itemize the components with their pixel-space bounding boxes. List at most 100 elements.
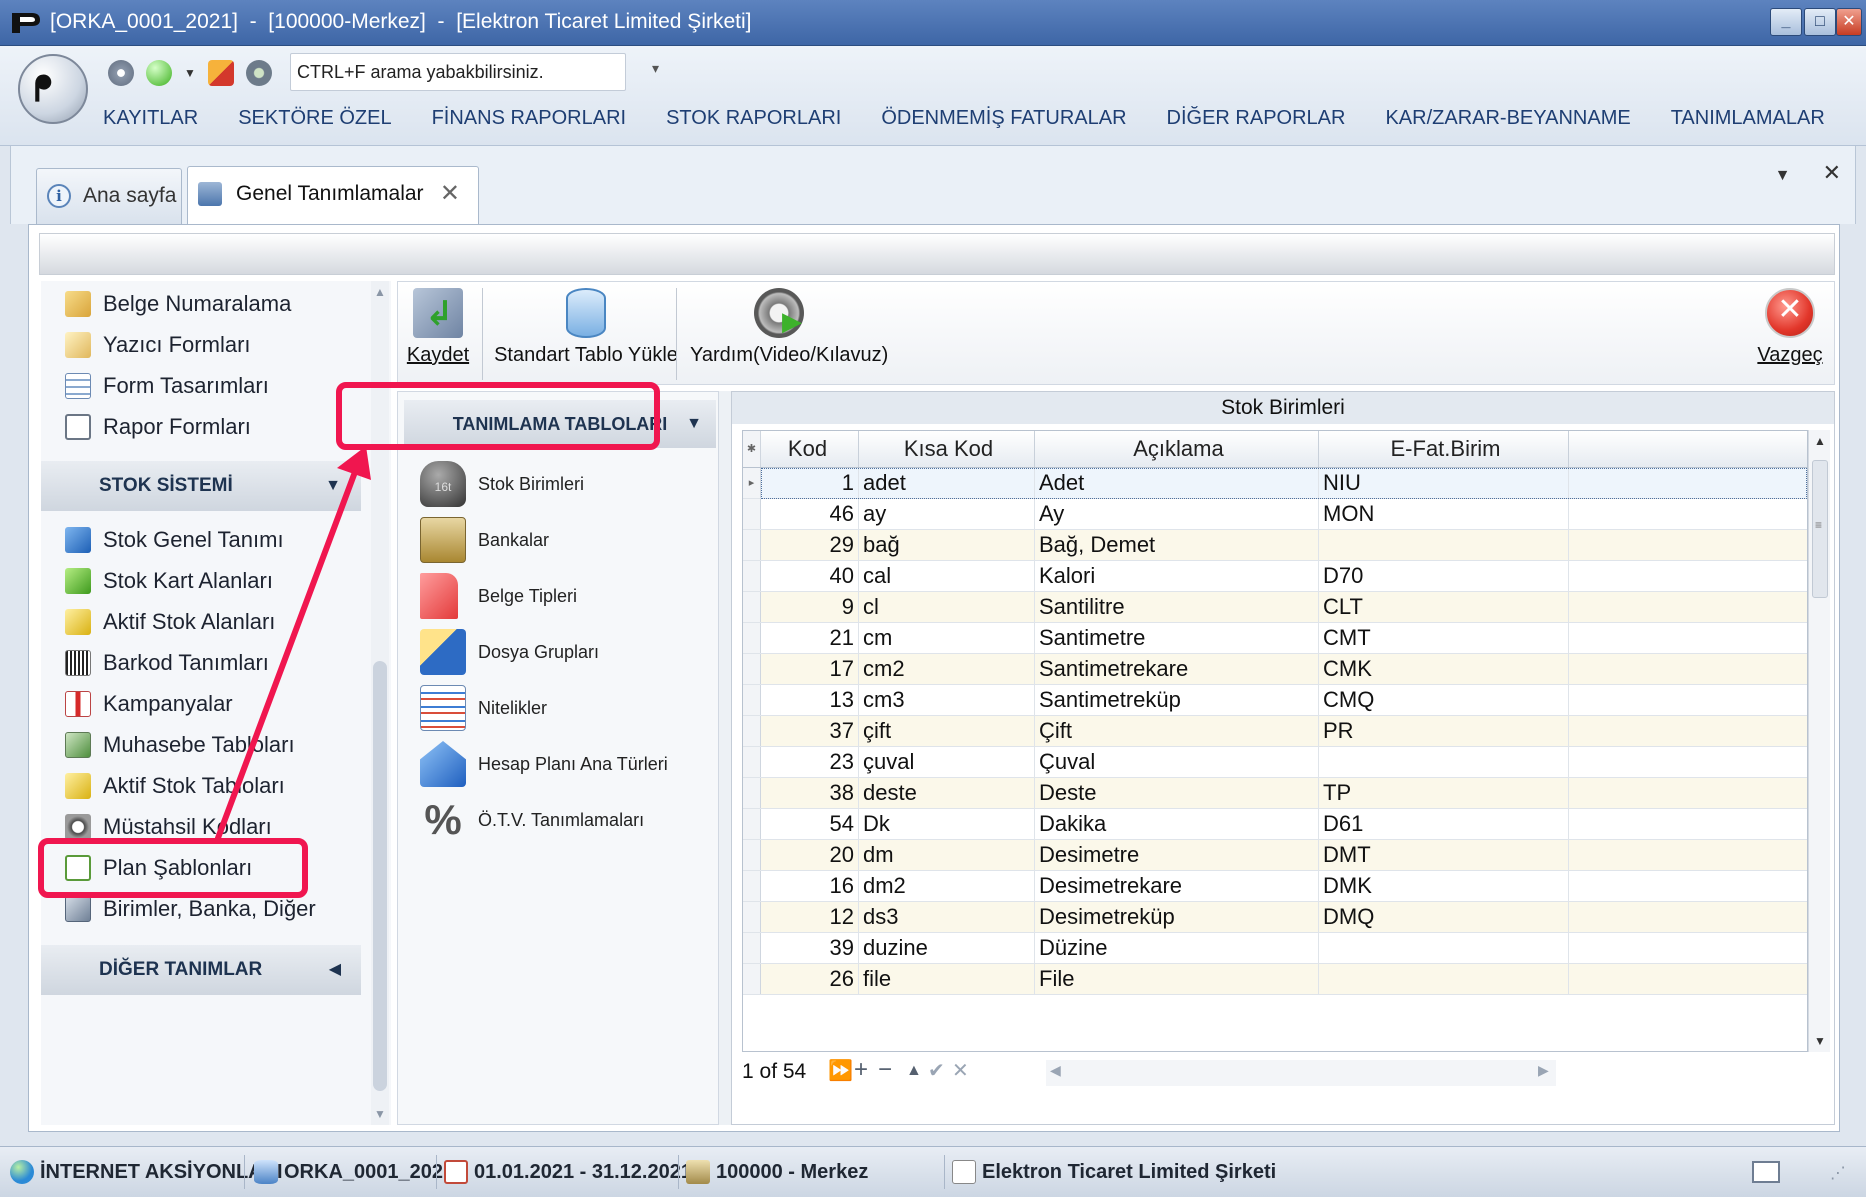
cell-kod[interactable]: 39 — [761, 933, 859, 963]
minimize-button[interactable]: _ — [1770, 8, 1802, 36]
exchange-icon[interactable] — [207, 60, 234, 86]
cell-kod[interactable]: 9 — [761, 592, 859, 622]
cell-kisa-kod[interactable]: duzine — [859, 933, 1035, 963]
cell-kod[interactable]: 21 — [761, 623, 859, 653]
table-row[interactable]: 40 cal Kalori D70 — [743, 561, 1807, 592]
cell-kod[interactable]: 13 — [761, 685, 859, 715]
close-document-icon[interactable]: ✕ — [1823, 160, 1841, 185]
cell-kisa-kod[interactable]: cm — [859, 623, 1035, 653]
cell-aciklama[interactable]: Bağ, Demet — [1035, 530, 1319, 560]
row-indicator[interactable] — [743, 654, 761, 684]
cell-kisa-kod[interactable]: dm — [859, 840, 1035, 870]
row-indicator[interactable] — [743, 747, 761, 777]
table-item-nitelikler[interactable]: Nitelikler — [420, 680, 700, 736]
table-row[interactable]: 39 duzine Düzine — [743, 933, 1807, 964]
post-edit-icon[interactable]: ✔ — [928, 1058, 945, 1083]
status-internet-actions[interactable]: İNTERNET AKSİYONLARI — [10, 1147, 283, 1197]
save-button[interactable]: Kaydet — [406, 286, 470, 382]
row-indicator[interactable] — [743, 871, 761, 901]
cell-kod[interactable]: 17 — [761, 654, 859, 684]
cell-kisa-kod[interactable]: ds3 — [859, 902, 1035, 932]
table-row[interactable]: ▸ 1 adet Adet NIU — [743, 468, 1807, 499]
cell-e-fat-birim[interactable] — [1319, 964, 1569, 994]
append-record-icon[interactable]: + — [854, 1056, 868, 1084]
cell-aciklama[interactable]: Ay — [1035, 499, 1319, 529]
nav-item-aktif-stok-tablolari[interactable]: Aktif Stok Tabloları — [41, 763, 361, 809]
cell-kod[interactable]: 20 — [761, 840, 859, 870]
cell-aciklama[interactable]: Desimetreküp — [1035, 902, 1319, 932]
column-header-kisa-kod[interactable]: Kısa Kod — [859, 431, 1035, 467]
row-indicator[interactable] — [743, 902, 761, 932]
resize-grip-icon[interactable]: ⋰ — [1830, 1163, 1846, 1183]
tab-list-dropdown-icon[interactable]: ▼ — [1775, 167, 1791, 184]
chevron-down-icon[interactable]: ▼ — [184, 66, 196, 80]
cell-e-fat-birim[interactable] — [1319, 747, 1569, 777]
delete-record-icon[interactable]: − — [878, 1056, 892, 1084]
cell-kisa-kod[interactable]: Dk — [859, 809, 1035, 839]
nav-item-aktif-stok-alanlari[interactable]: Aktif Stok Alanları — [41, 599, 361, 645]
cell-kod[interactable]: 29 — [761, 530, 859, 560]
network-icon[interactable] — [245, 60, 272, 86]
cell-aciklama[interactable]: Desimetrekare — [1035, 871, 1319, 901]
online-status-icon[interactable] — [146, 60, 172, 86]
table-item-dosya-gruplari[interactable]: Dosya Grupları — [420, 624, 700, 680]
cell-kod[interactable]: 38 — [761, 778, 859, 808]
cell-kod[interactable]: 37 — [761, 716, 859, 746]
cell-e-fat-birim[interactable]: DMK — [1319, 871, 1569, 901]
table-item-stok-birimleri[interactable]: 16t Stok Birimleri — [420, 456, 700, 512]
current-row-indicator[interactable]: ▸ — [743, 468, 761, 498]
cell-aciklama[interactable]: File — [1035, 964, 1319, 994]
cell-kod[interactable]: 26 — [761, 964, 859, 994]
table-item-bankalar[interactable]: Bankalar — [420, 512, 700, 568]
cell-kisa-kod[interactable]: bağ — [859, 530, 1035, 560]
table-row[interactable]: 17 cm2 Santimetrekare CMK — [743, 654, 1807, 685]
grid-vertical-scrollbar[interactable]: ▲ ≡ ▼ — [1808, 430, 1830, 1052]
nav-item-belge-numaralama[interactable]: Belge Numaralama — [41, 281, 361, 327]
cell-aciklama[interactable]: Santimetrekare — [1035, 654, 1319, 684]
tab-genel-tanimlamalar[interactable]: Genel Tanımlamalar ✕ — [187, 166, 479, 226]
table-row[interactable]: 37 çift Çift PR — [743, 716, 1807, 747]
cell-kisa-kod[interactable]: cal — [859, 561, 1035, 591]
table-row[interactable]: 20 dm Desimetre DMT — [743, 840, 1807, 871]
table-row[interactable]: 12 ds3 Desimetreküp DMQ — [743, 902, 1807, 933]
table-row[interactable]: 29 bağ Bağ, Demet — [743, 530, 1807, 561]
table-row[interactable]: 13 cm3 Santimetreküp CMQ — [743, 685, 1807, 716]
cell-aciklama[interactable]: Dakika — [1035, 809, 1319, 839]
customize-toolbar-icon[interactable]: ▾ — [652, 60, 659, 77]
menu-kayitlar[interactable]: KAYITLAR — [103, 98, 198, 138]
nav-group-stok-sistemi[interactable]: STOK SİSTEMİ ▼ — [41, 461, 361, 511]
nav-item-stok-genel-tanimi[interactable]: Stok Genel Tanımı — [41, 517, 361, 563]
panel-splitter[interactable] — [719, 391, 731, 1125]
cell-kisa-kod[interactable]: ay — [859, 499, 1035, 529]
row-indicator[interactable] — [743, 964, 761, 994]
scroll-down-icon[interactable]: ▼ — [1814, 1034, 1826, 1048]
table-row[interactable]: 16 dm2 Desimetrekare DMK — [743, 871, 1807, 902]
column-header-aciklama[interactable]: Açıklama — [1035, 431, 1319, 467]
cell-e-fat-birim[interactable]: PR — [1319, 716, 1569, 746]
tab-ana-sayfa[interactable]: i Ana sayfa — [36, 168, 182, 224]
menu-sektore-ozel[interactable]: SEKTÖRE ÖZEL — [238, 98, 391, 138]
table-row[interactable]: 46 ay Ay MON — [743, 499, 1807, 530]
cell-aciklama[interactable]: Santimetreküp — [1035, 685, 1319, 715]
cell-e-fat-birim[interactable]: CMK — [1319, 654, 1569, 684]
cell-e-fat-birim[interactable]: DMQ — [1319, 902, 1569, 932]
table-row[interactable]: 54 Dk Dakika D61 — [743, 809, 1807, 840]
row-indicator[interactable] — [743, 592, 761, 622]
scroll-up-icon[interactable]: ▲ — [1814, 434, 1826, 448]
cell-e-fat-birim[interactable]: CMQ — [1319, 685, 1569, 715]
cell-e-fat-birim[interactable]: DMT — [1319, 840, 1569, 870]
nav-item-yazici-formlari[interactable]: Yazıcı Formları — [41, 322, 361, 368]
nav-item-kampanyalar[interactable]: Kampanyalar — [41, 681, 361, 727]
scroll-left-icon[interactable]: ◀ — [1050, 1062, 1061, 1079]
cell-aciklama[interactable]: Kalori — [1035, 561, 1319, 591]
table-item-otv[interactable]: % Ö.T.V. Tanımlamaları — [420, 792, 700, 848]
cell-e-fat-birim[interactable] — [1319, 933, 1569, 963]
edit-record-icon[interactable]: ▲ — [906, 1062, 922, 1080]
cell-kod[interactable]: 12 — [761, 902, 859, 932]
table-row[interactable]: 23 çuval Çuval — [743, 747, 1807, 778]
last-record-icon[interactable]: ⏩ — [828, 1058, 853, 1083]
grid-horizontal-scrollbar[interactable]: ◀ ▶ — [1046, 1060, 1556, 1086]
cell-aciklama[interactable]: Desimetre — [1035, 840, 1319, 870]
menu-finans-raporlari[interactable]: FİNANS RAPORLARI — [432, 98, 626, 138]
cell-e-fat-birim[interactable] — [1319, 530, 1569, 560]
